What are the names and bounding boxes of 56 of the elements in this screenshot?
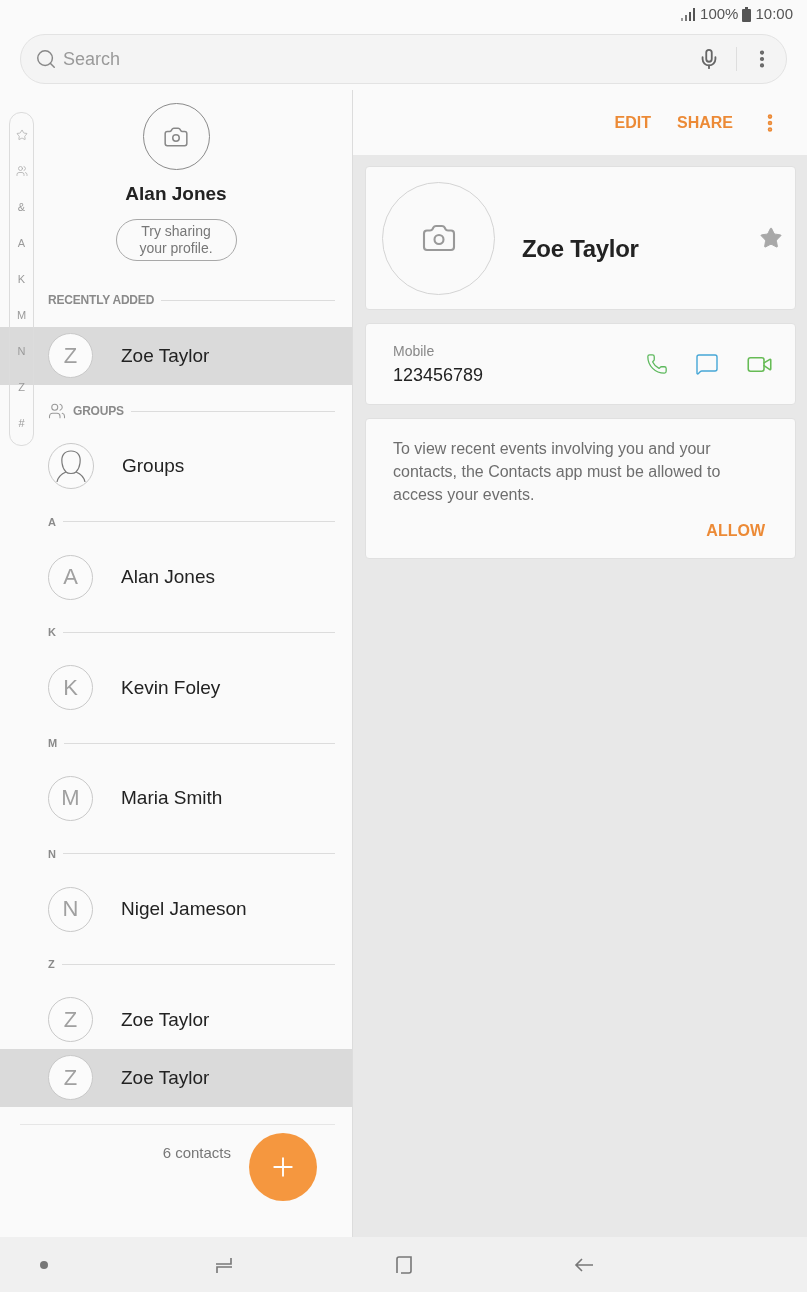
initial-avatar: A bbox=[48, 554, 93, 600]
section-letter: N bbox=[48, 846, 56, 861]
index-letter[interactable]: K bbox=[17, 272, 26, 286]
contact-count: 6 contacts bbox=[162, 1143, 231, 1162]
allow-button[interactable]: ALLOW bbox=[706, 518, 765, 544]
groups-label: Groups bbox=[122, 454, 185, 479]
initial-avatar: M bbox=[48, 775, 93, 821]
initial-avatar: Z bbox=[48, 333, 93, 379]
star-icon[interactable] bbox=[759, 226, 783, 250]
profile-name: Alan Jones bbox=[125, 182, 227, 206]
contact-row[interactable]: Z Zoe Taylor bbox=[0, 1048, 352, 1107]
index-letter[interactable]: N bbox=[17, 344, 26, 358]
contact-name: Nigel Jameson bbox=[121, 897, 247, 922]
phone-label: Mobile bbox=[393, 342, 436, 360]
back-icon[interactable] bbox=[574, 1256, 594, 1273]
contact-name: Zoe Taylor bbox=[121, 343, 210, 368]
search-icon bbox=[35, 48, 57, 70]
battery-icon bbox=[742, 6, 752, 22]
initial-avatar: Z bbox=[48, 1055, 93, 1101]
recents-icon[interactable] bbox=[214, 1255, 234, 1274]
home-icon[interactable] bbox=[394, 1254, 414, 1275]
events-notice: To view recent events involving you and your contacts, the Contacts app must be allowed to access your events. bbox=[393, 439, 722, 505]
index-letter[interactable]: # bbox=[18, 416, 25, 430]
index-letter[interactable]: A bbox=[17, 236, 26, 250]
initial-avatar: Z bbox=[48, 997, 93, 1043]
section-letter: K bbox=[48, 625, 56, 640]
person-silhouette-icon bbox=[48, 443, 94, 490]
phone-number: 123456789 bbox=[393, 363, 485, 386]
action-button[interactable]: SHARE bbox=[677, 109, 733, 136]
group-icon[interactable] bbox=[15, 165, 28, 177]
initial-avatar: K bbox=[48, 665, 93, 711]
contact-name: Zoe Taylor bbox=[522, 235, 640, 263]
signal-icon bbox=[681, 7, 697, 21]
section-letter: Z bbox=[48, 957, 55, 972]
initial-avatar: N bbox=[48, 886, 93, 932]
contact-name: Kevin Foley bbox=[121, 675, 221, 700]
contact-name: Zoe Taylor bbox=[121, 1007, 210, 1032]
battery-percent: 100% bbox=[700, 5, 739, 23]
star-icon[interactable] bbox=[15, 129, 28, 141]
group-icon bbox=[48, 402, 66, 421]
search-bar[interactable]: Search bbox=[20, 34, 787, 84]
contact-name: Zoe Taylor bbox=[121, 1065, 210, 1090]
section-header: RECENTLY ADDED bbox=[48, 293, 155, 308]
contact-name: Alan Jones bbox=[121, 565, 215, 590]
contact-name: Maria Smith bbox=[121, 786, 223, 811]
section-letter: A bbox=[48, 514, 56, 529]
index-letter[interactable]: M bbox=[16, 308, 27, 322]
section-letter: M bbox=[48, 736, 57, 751]
phone-icon[interactable] bbox=[646, 353, 668, 375]
message-icon[interactable] bbox=[695, 352, 719, 376]
clock: 10:00 bbox=[755, 5, 793, 23]
index-letter[interactable]: & bbox=[17, 200, 26, 214]
dot-icon[interactable] bbox=[40, 1260, 48, 1269]
search-field[interactable]: Search bbox=[63, 44, 692, 74]
action-button[interactable]: EDIT bbox=[614, 109, 651, 136]
section-header: GROUPS bbox=[73, 404, 124, 419]
